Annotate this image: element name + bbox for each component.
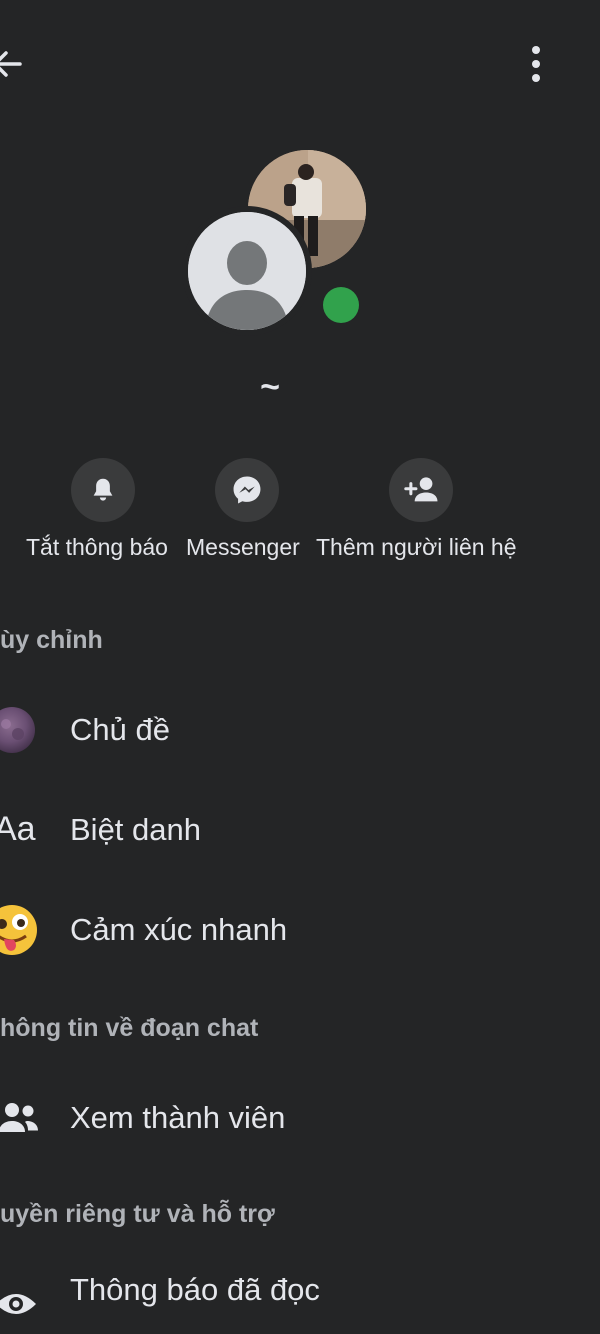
- bell-icon: [93, 478, 113, 501]
- section-title-customize: ùy chỉnh: [0, 626, 103, 654]
- menu-item-theme-label: Chủ đề: [70, 712, 170, 747]
- add-contact-label: Thêm người liên hệ: [316, 534, 517, 560]
- mute-notifications-label: Tắt thông báo: [26, 534, 168, 560]
- more-options-button[interactable]: [516, 40, 556, 88]
- messenger-button[interactable]: [215, 458, 279, 522]
- theme-icon: [0, 704, 38, 756]
- arrow-left-icon: [0, 51, 22, 77]
- menu-item-quick-reaction[interactable]: Cảm xúc nhanh: [0, 890, 600, 974]
- messenger-label: Messenger: [186, 534, 300, 560]
- section-title-privacy: uyền riêng tư và hỗ trợ: [0, 1200, 275, 1228]
- mute-notifications-button[interactable]: [71, 458, 135, 522]
- people-icon: [0, 1098, 40, 1138]
- online-status-dot: [323, 287, 359, 323]
- menu-item-nickname[interactable]: Aa Biệt danh: [0, 790, 600, 874]
- menu-item-quick-reaction-label: Cảm xúc nhanh: [70, 912, 288, 947]
- messenger-icon: [233, 476, 261, 504]
- add-person-icon: [404, 477, 438, 502]
- default-avatar: [188, 212, 306, 330]
- menu-item-view-members[interactable]: Xem thành viên: [0, 1078, 600, 1162]
- text-aa-icon: Aa: [0, 810, 36, 848]
- emoji-icon: [0, 902, 40, 958]
- menu-item-view-members-label: Xem thành viên: [70, 1100, 286, 1135]
- menu-item-nickname-label: Biệt danh: [70, 812, 201, 847]
- profile-name: ~: [260, 368, 280, 406]
- eye-icon: [0, 1282, 38, 1322]
- menu-item-theme[interactable]: Chủ đề: [0, 690, 600, 774]
- add-contact-button[interactable]: [389, 458, 453, 522]
- section-title-chat-info: hông tin về đoạn chat: [0, 1014, 259, 1042]
- back-button[interactable]: [0, 40, 34, 88]
- menu-item-read-receipts-label: Thông báo đã đọc: [70, 1272, 320, 1307]
- more-vertical-icon: [532, 46, 540, 82]
- menu-item-read-receipts[interactable]: Thông báo đã đọc: [0, 1252, 600, 1334]
